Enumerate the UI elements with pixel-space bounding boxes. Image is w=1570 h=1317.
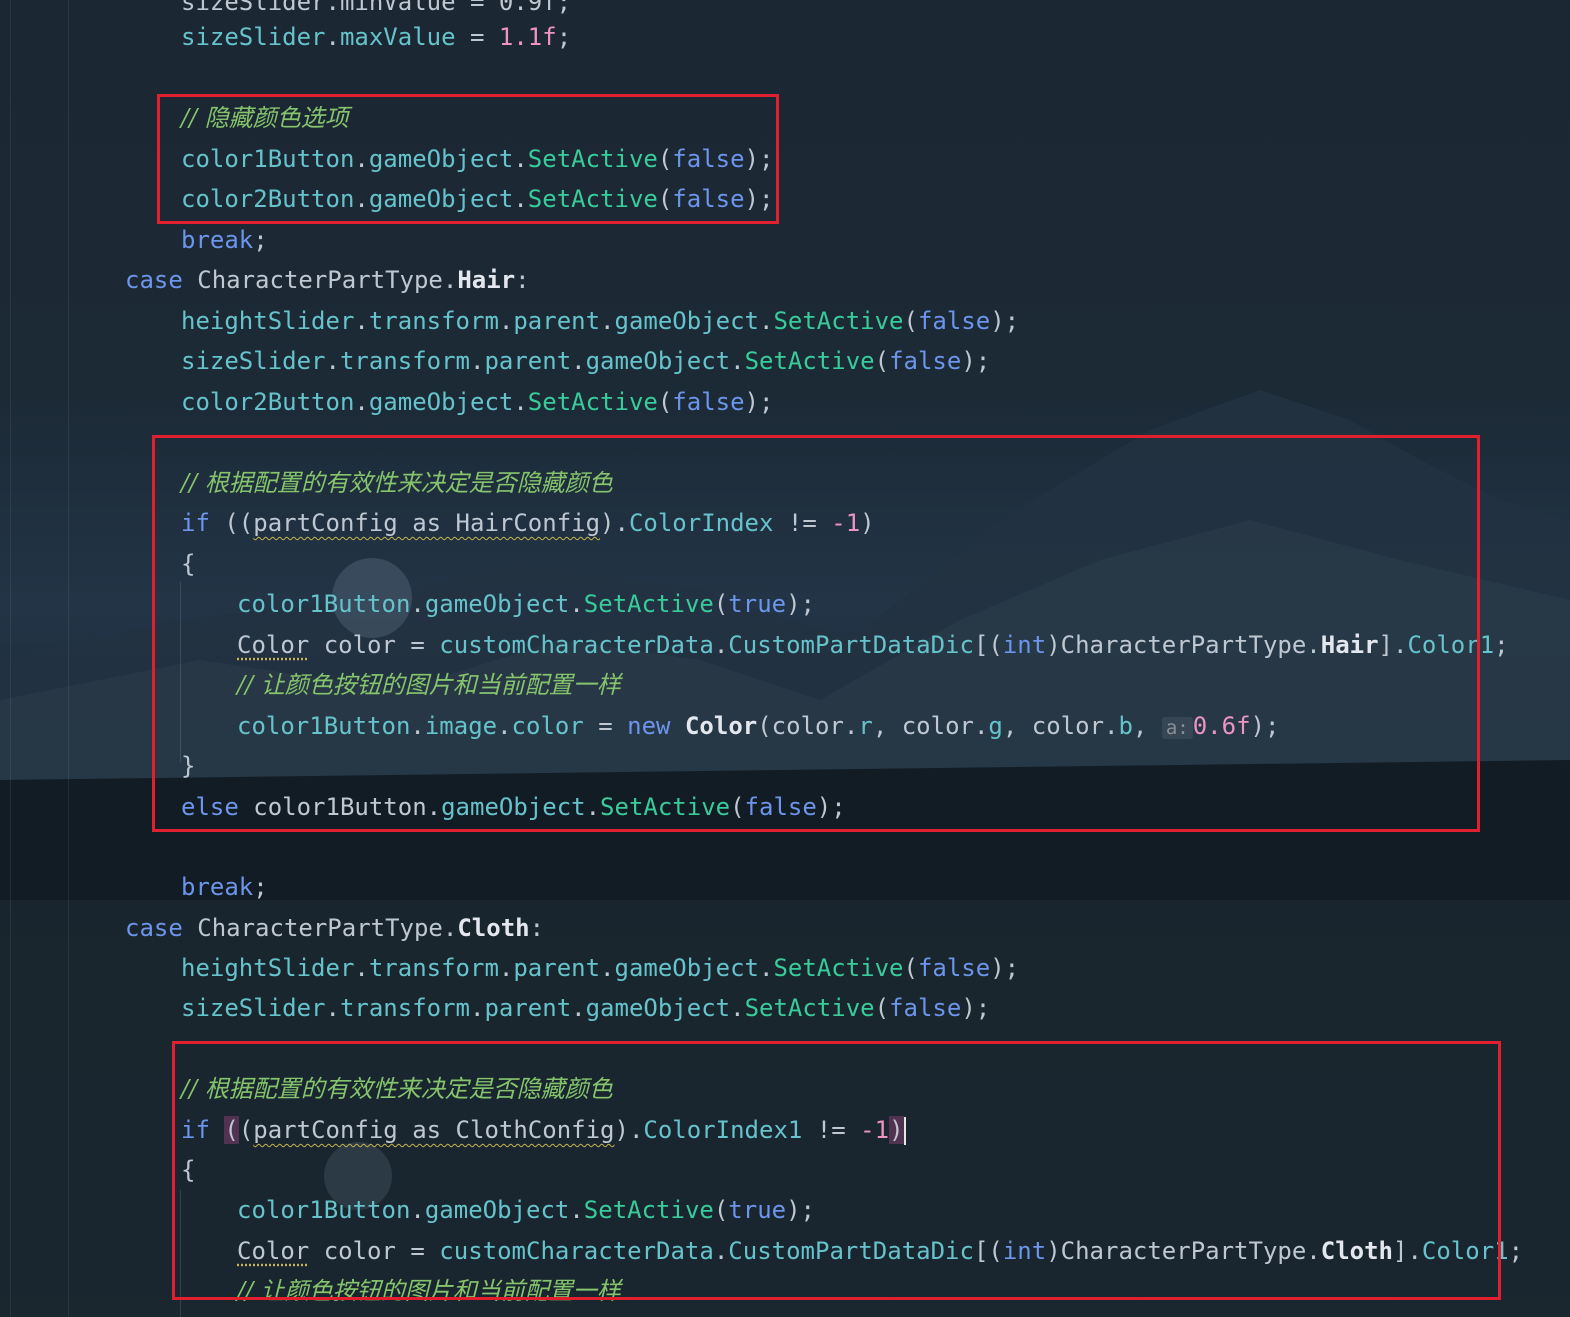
code-line: sizeSlider.transform.parent.gameObject.S… <box>181 347 991 375</box>
code-line: color2Button.gameObject.SetActive(false)… <box>181 388 774 416</box>
code-line: case CharacterPartType.Cloth: <box>125 914 545 942</box>
highlight-box-hair-color <box>152 435 1480 832</box>
highlight-box-hide-color <box>157 94 779 224</box>
code-line: case CharacterPartType.Hair: <box>125 266 530 294</box>
code-line: break; <box>181 226 268 254</box>
code-line: heightSlider.transform.parent.gameObject… <box>181 954 1020 982</box>
code-line: sizeSlider.transform.parent.gameObject.S… <box>181 994 991 1022</box>
code-line: sizeSlider.maxValue = 1.1f; <box>181 23 572 51</box>
code-line: break; <box>181 873 268 901</box>
highlight-box-cloth-color <box>172 1041 1501 1300</box>
code-line: heightSlider.transform.parent.gameObject… <box>181 307 1020 335</box>
